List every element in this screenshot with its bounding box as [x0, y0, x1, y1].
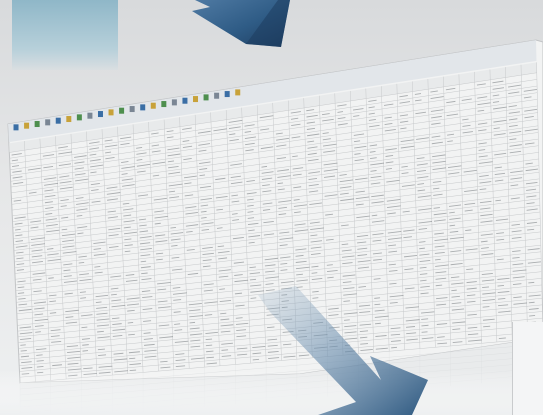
grid-line	[219, 288, 225, 290]
grid-line	[419, 247, 425, 250]
grid-line	[81, 326, 88, 329]
toolbar-icon	[97, 111, 103, 118]
grid-line	[528, 281, 535, 284]
grid-line	[483, 325, 491, 328]
grid-line	[205, 344, 213, 347]
toolbar-icon	[129, 106, 135, 113]
grid-line	[528, 301, 535, 304]
grid-line	[20, 344, 26, 346]
toolbar-icon	[171, 99, 177, 106]
grid-line	[128, 333, 135, 336]
grid-line	[296, 286, 303, 288]
grid-line	[312, 297, 319, 299]
grid-line	[343, 319, 350, 321]
toolbar-icon	[203, 94, 209, 101]
toolbar-icon	[108, 109, 114, 116]
grid-line	[221, 349, 229, 351]
grid-line	[434, 258, 441, 261]
grid-line	[374, 322, 381, 325]
toolbar-icon	[119, 107, 125, 114]
grid-line	[529, 315, 536, 317]
grid-line	[82, 344, 89, 346]
grid-line	[451, 289, 457, 292]
grid-line	[95, 301, 102, 303]
toolbar-icon	[13, 124, 19, 131]
grid-line	[250, 297, 257, 299]
grid-line	[421, 331, 428, 333]
grid-line	[127, 322, 134, 324]
toolbar-icon	[235, 89, 241, 96]
grid-line	[421, 318, 429, 320]
grid-line	[36, 354, 43, 356]
grid-line	[82, 350, 89, 352]
grid-line	[80, 297, 87, 299]
toolbar-icon	[55, 117, 61, 124]
grid-line	[20, 350, 27, 352]
grid-line	[140, 260, 147, 263]
toolbar-icon	[34, 121, 40, 128]
toolbar-icon	[193, 96, 199, 103]
grid-line	[449, 224, 456, 227]
grid-line	[374, 303, 381, 306]
grid-line	[498, 337, 506, 339]
grid-line	[48, 277, 54, 279]
toolbar-icon	[182, 97, 188, 104]
grid-line	[374, 297, 381, 299]
grid-line	[205, 338, 213, 341]
toolbar-icon	[161, 101, 167, 108]
grid-line	[311, 272, 318, 274]
side-panel-fragment	[512, 322, 543, 415]
grid-line	[482, 306, 490, 308]
grid-line	[220, 312, 227, 315]
toolbar-icon	[66, 116, 72, 123]
toolbar-icon	[140, 104, 146, 111]
toolbar-icon	[24, 122, 30, 129]
grid-line	[129, 357, 136, 360]
spreadsheet-illustration	[0, 0, 543, 415]
grid-line	[111, 293, 117, 296]
toolbar-icon	[150, 102, 156, 109]
grid-line	[497, 284, 504, 287]
toolbar-icon	[87, 112, 93, 119]
grid-line	[189, 321, 196, 324]
toolbar-icon	[76, 114, 82, 121]
grid-line	[391, 346, 398, 349]
grid-line	[252, 358, 260, 361]
grid-line	[174, 323, 181, 325]
toolbar-icon	[224, 91, 230, 98]
grid-line	[35, 331, 41, 333]
toolbar-icon	[214, 92, 220, 99]
toolbar-icon	[45, 119, 51, 126]
grid-line	[36, 365, 44, 368]
grid-line	[78, 262, 85, 264]
